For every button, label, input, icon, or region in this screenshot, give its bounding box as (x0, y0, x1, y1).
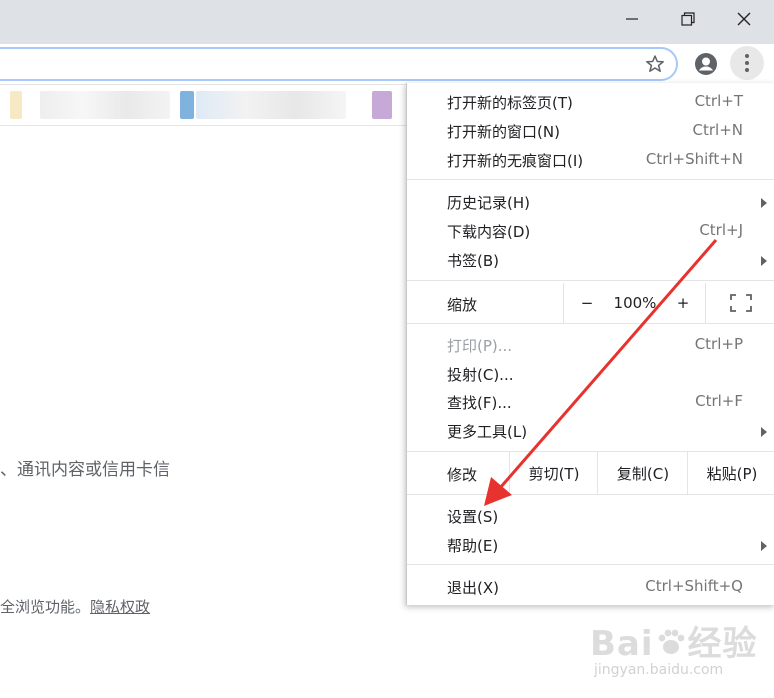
watermark-brand-b: 经验 (687, 624, 758, 664)
annotation-arrow (484, 239, 718, 506)
baidu-jingyan-watermark: Bai 经验 jingyan.baidu.com (590, 612, 770, 692)
watermark-url: jingyan.baidu.com (594, 662, 724, 678)
watermark-brand-a: Bai (590, 624, 654, 664)
paw-icon (656, 626, 686, 656)
